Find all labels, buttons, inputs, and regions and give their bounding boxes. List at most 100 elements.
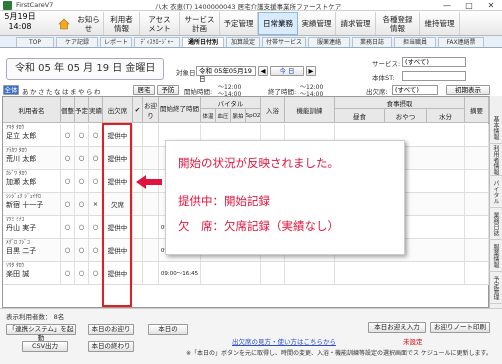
user-name-cell[interactable]: ｼﾝｼﾞｭｸ ｼﾞｭｲﾁﾛ 新宿 十一子	[3, 193, 61, 215]
cell-plan[interactable]: ○	[75, 147, 89, 169]
cell-act[interactable]: ○	[89, 262, 103, 284]
column-header[interactable]: 開始終了時間	[159, 97, 201, 123]
sidebar-tab[interactable]: 服薬情報	[489, 240, 502, 272]
grid-cell[interactable]	[143, 124, 159, 146]
grid-cell[interactable]	[201, 262, 261, 284]
kana-filter-row[interactable]: あかさたなはまやらわ	[22, 86, 102, 96]
cell-plan[interactable]: ○	[75, 193, 89, 215]
pickup-input-button[interactable]: 本日お迎え入力	[368, 322, 426, 333]
sidebar-tab[interactable]: 基本情報	[489, 112, 502, 144]
tab-item[interactable]: 加算設定	[226, 37, 260, 47]
sidebar-tab[interactable]: 業務日誌	[489, 208, 502, 240]
grid-cell[interactable]	[335, 262, 465, 284]
home-care-button[interactable]: 居宅	[133, 85, 155, 95]
grid-cell[interactable]	[465, 170, 489, 192]
grid-cell[interactable]	[465, 124, 489, 146]
grid-cell[interactable]	[143, 239, 159, 261]
tab-item[interactable]: 服薬連絡	[308, 37, 350, 47]
grid-cell[interactable]	[261, 262, 285, 284]
cell-ind[interactable]: ○	[61, 262, 75, 284]
column-header[interactable]: バイタル	[201, 97, 261, 109]
tab-item[interactable]: 担当職員	[394, 37, 436, 47]
pickup-note-print-button[interactable]: お迎りノート印刷	[430, 322, 490, 333]
cell-plan[interactable]: ○	[75, 239, 89, 261]
cell-act[interactable]: ○	[89, 216, 103, 238]
home-icon[interactable]	[58, 18, 70, 30]
grid-cell[interactable]	[143, 147, 159, 169]
grid-cell[interactable]	[133, 216, 143, 238]
column-header[interactable]: 個整	[61, 97, 75, 123]
kana-all-button[interactable]: 全体	[3, 85, 19, 95]
column-header[interactable]: 入浴	[261, 97, 285, 123]
minimize-button[interactable]: —	[436, 0, 458, 11]
cell-plan[interactable]: ○	[75, 124, 89, 146]
nav-item[interactable]: 請求管理	[336, 12, 376, 35]
column-header[interactable]: お迎り	[143, 97, 159, 123]
sidebar-tab[interactable]: 予定管理	[489, 272, 502, 304]
grid-cell[interactable]	[465, 193, 489, 215]
nav-item[interactable]: 利用者 情報	[104, 12, 140, 35]
tab-item[interactable]: 業務日誌	[352, 37, 392, 47]
cell-ind[interactable]: ○	[61, 216, 75, 238]
user-name-cell[interactable]: ｿｳﾀ ﾀﾛｳ 楽田 誠	[3, 262, 61, 284]
grid-cell[interactable]	[465, 239, 489, 261]
cell-plan[interactable]: ○	[75, 170, 89, 192]
column-header[interactable]: 予定	[75, 97, 89, 123]
cell-ind[interactable]: ○	[61, 124, 75, 146]
prev-day-button[interactable]: ◀	[258, 66, 268, 76]
todays-pickup-button[interactable]: 本日のお迎り	[88, 324, 134, 335]
todays-menu-button[interactable]: 本日の	[148, 324, 188, 335]
tab-item[interactable]: 通所日付別	[182, 37, 224, 47]
today-button[interactable]: 今 日	[270, 66, 304, 76]
nav-item[interactable]: お知らせ	[74, 12, 104, 35]
todays-end-button[interactable]: 本日の終わり	[88, 341, 134, 352]
user-name-cell[interactable]: ｶｼﾞﾜ ﾀﾛｳ 加瀬 太郎	[3, 170, 61, 192]
column-header[interactable]: 利用者名	[3, 97, 61, 123]
grid-cell[interactable]	[143, 216, 159, 238]
grid-cell[interactable]	[133, 239, 143, 261]
nav-item[interactable]: アセス メント	[140, 12, 180, 35]
cell-act[interactable]: ○	[89, 147, 103, 169]
user-name-cell[interactable]: ｱｷﾀ ﾀﾛｳ 足立 太郎	[3, 124, 61, 146]
prevention-button[interactable]: 予防	[157, 85, 179, 95]
user-name-cell[interactable]: ﾏﾂﾐ ﾐﾅｺ 丹山 実子	[3, 216, 61, 238]
tab-item[interactable]: TOP	[16, 37, 54, 47]
column-header[interactable]: 実績	[89, 97, 103, 123]
grid-cell[interactable]	[133, 193, 143, 215]
next-day-button[interactable]: ▶	[306, 66, 316, 76]
csv-export-button[interactable]: CSV出力	[22, 341, 68, 352]
cell-act[interactable]: ○	[89, 239, 103, 261]
grid-cell[interactable]	[285, 262, 335, 284]
sidebar-tab[interactable]: バイタル	[489, 176, 502, 208]
column-header[interactable]: 摘要	[465, 97, 489, 123]
user-name-cell[interactable]: ｱﾗｶﾜ ﾀﾛｳ 荒川 太郎	[3, 147, 61, 169]
service-select[interactable]: (すべて)	[402, 57, 466, 67]
maximize-button[interactable]: □	[458, 0, 480, 11]
table-row[interactable]: ｿｳﾀ ﾀﾛｳ 楽田 誠 ○ ○ ○ 提供中 09:00～16:45	[3, 262, 489, 285]
initial-display-button[interactable]: 初期表示	[446, 85, 490, 95]
cell-ind[interactable]: ○	[61, 147, 75, 169]
tab-item[interactable]: 付帯サービス	[262, 37, 306, 47]
cell-ind[interactable]: ○	[61, 239, 75, 261]
cell-plan[interactable]: ○	[75, 216, 89, 238]
grid-cell[interactable]	[133, 124, 143, 146]
nav-item[interactable]: サービス 計画	[180, 12, 220, 35]
sidebar-tab[interactable]: 利用者情報	[489, 144, 502, 176]
nav-item[interactable]: 実績管理	[298, 12, 336, 35]
grid-cell[interactable]	[465, 216, 489, 238]
tab-item[interactable]: ケア記録	[56, 37, 98, 47]
grid-cell[interactable]	[143, 193, 159, 215]
sub-st-field[interactable]	[402, 71, 466, 81]
column-header[interactable]: ✔	[133, 97, 143, 123]
nav-item[interactable]: 維持管理	[420, 12, 460, 35]
tab-item[interactable]: レポート	[100, 37, 132, 47]
column-header[interactable]: 機能訓練	[285, 97, 335, 123]
grid-cell[interactable]	[133, 147, 143, 169]
close-button[interactable]: ✕	[480, 0, 502, 11]
cell-plan[interactable]: ○	[75, 262, 89, 284]
grid-cell[interactable]	[143, 262, 159, 284]
nav-item[interactable]: 各種登録 情報	[376, 12, 420, 35]
column-header[interactable]: 出欠席	[103, 97, 133, 123]
cell-ind[interactable]: ○	[61, 170, 75, 192]
attendance-select[interactable]: (すべて)	[392, 85, 438, 95]
